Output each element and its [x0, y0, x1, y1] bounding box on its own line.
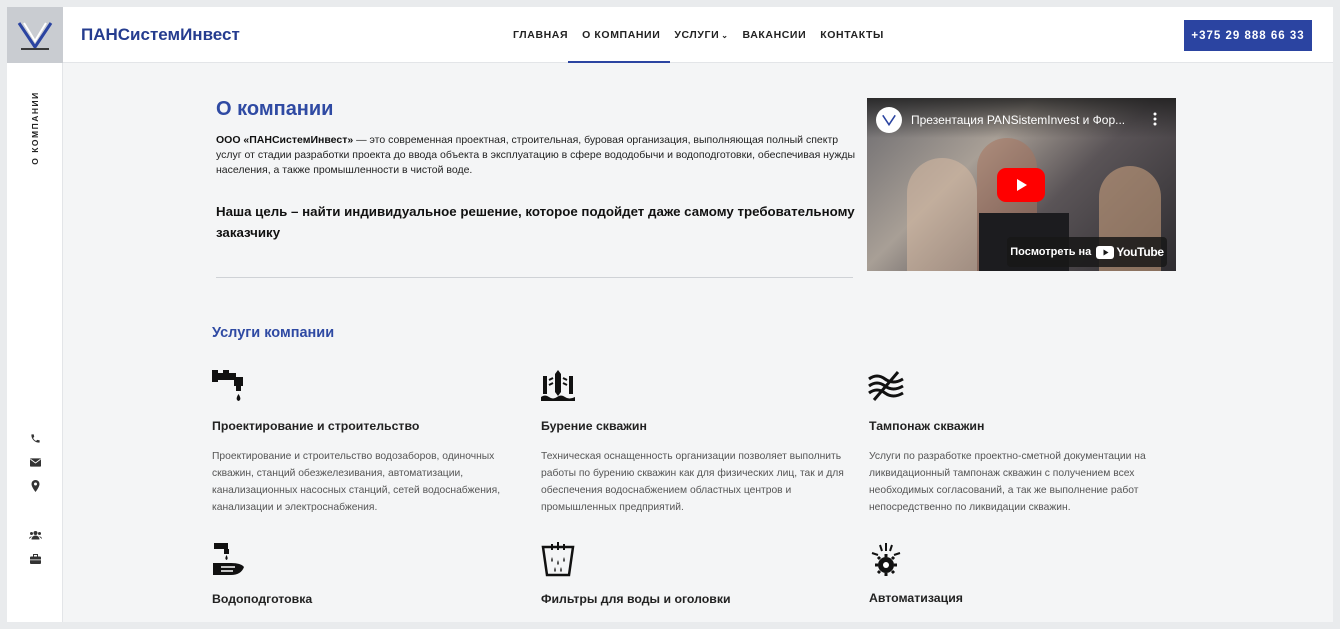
service-description: Услуги по разработке проектно-сметной до… [869, 451, 1146, 513]
intro-paragraph: ООО «ПАНСистемИнвест» — это современная … [216, 133, 856, 178]
more-vertical-icon[interactable] [1150, 111, 1160, 127]
nav-home-label: ГЛАВНАЯ [513, 29, 569, 41]
service-title[interactable]: Тампонаж скважин [869, 419, 984, 433]
brand-name[interactable]: ПАНСистемИнвест [81, 25, 240, 45]
divider [216, 277, 853, 278]
mail-icon[interactable] [27, 454, 43, 470]
nav-vacancies-label: ВАКАНСИИ [742, 29, 807, 41]
video-embed[interactable]: Презентация PANSistemInvest и Фор... Пос… [867, 98, 1176, 271]
nav-home[interactable]: ГЛАВНАЯ [513, 7, 568, 63]
service-title[interactable]: Фильтры для воды и оголовки [541, 592, 731, 606]
youtube-logo: YouTube [1096, 245, 1164, 259]
nav-services-label: УСЛУГИ [674, 29, 720, 41]
service-description: Проектирование и строительство водозабор… [212, 451, 501, 513]
gear-icon [868, 541, 904, 577]
waves-icon [868, 368, 904, 404]
users-icon[interactable] [27, 527, 43, 543]
page-frame: ПАНСистемИнвест ГЛАВНАЯ О КОМПАНИИ УСЛУГ… [7, 7, 1333, 622]
chevron-down-icon: ⌄ [721, 30, 729, 40]
nav-about-label: О КОМПАНИИ [582, 29, 661, 41]
hand-water-icon [211, 541, 247, 577]
sidebar-section-text: О КОМПАНИИ [30, 91, 40, 165]
briefcase-icon[interactable] [27, 551, 43, 567]
video-thumb-person [907, 158, 977, 271]
youtube-wordmark: YouTube [1116, 245, 1164, 259]
nav-contacts-label: КОНТАКТЫ [820, 29, 884, 41]
watch-label: Посмотреть на [1010, 246, 1092, 258]
video-title[interactable]: Презентация PANSistemInvest и Фор... [911, 113, 1125, 127]
company-name: ООО «ПАНСистемИнвест» [216, 134, 354, 146]
sidebar: О КОМПАНИИ [7, 63, 63, 622]
play-icon [1017, 179, 1027, 191]
services-title: Услуги компании [212, 325, 335, 341]
main-nav: ГЛАВНАЯ О КОМПАНИИ УСЛУГИ ⌄ ВАКАНСИИ КОНТ… [513, 7, 898, 63]
logo[interactable] [7, 7, 63, 63]
goal-statement: Наша цель – найти индивидуальное решение… [216, 204, 855, 240]
play-button[interactable] [997, 168, 1045, 202]
sidebar-section-label: О КОМПАНИИ [28, 83, 42, 173]
nav-about[interactable]: О КОМПАНИИ [568, 7, 671, 63]
nav-services[interactable]: УСЛУГИ ⌄ [674, 7, 728, 63]
logo-mark-icon [17, 22, 53, 50]
service-title[interactable]: Автоматизация [869, 591, 963, 605]
location-icon[interactable] [27, 478, 43, 494]
header: ПАНСистемИнвест ГЛАВНАЯ О КОМПАНИИ УСЛУГ… [7, 7, 1333, 63]
watch-on-youtube-button[interactable]: Посмотреть на YouTube [1007, 237, 1167, 267]
nav-vacancies[interactable]: ВАКАНСИИ [743, 7, 807, 63]
channel-avatar[interactable] [876, 107, 902, 133]
service-title[interactable]: Водоподготовка [212, 592, 312, 606]
youtube-play-icon [1096, 245, 1115, 259]
drilling-icon [540, 368, 576, 404]
phone-button[interactable]: +375 29 888 66 33 [1184, 20, 1312, 51]
nav-contacts[interactable]: КОНТАКТЫ [820, 7, 884, 63]
service-description: Техническая оснащенность организации поз… [541, 451, 844, 513]
service-title[interactable]: Проектирование и строительство [212, 419, 419, 433]
filter-icon [540, 541, 576, 577]
service-title[interactable]: Бурение скважин [541, 419, 647, 433]
page-title: О компании [216, 98, 334, 120]
faucet-icon [211, 368, 247, 404]
phone-icon[interactable] [27, 430, 43, 446]
